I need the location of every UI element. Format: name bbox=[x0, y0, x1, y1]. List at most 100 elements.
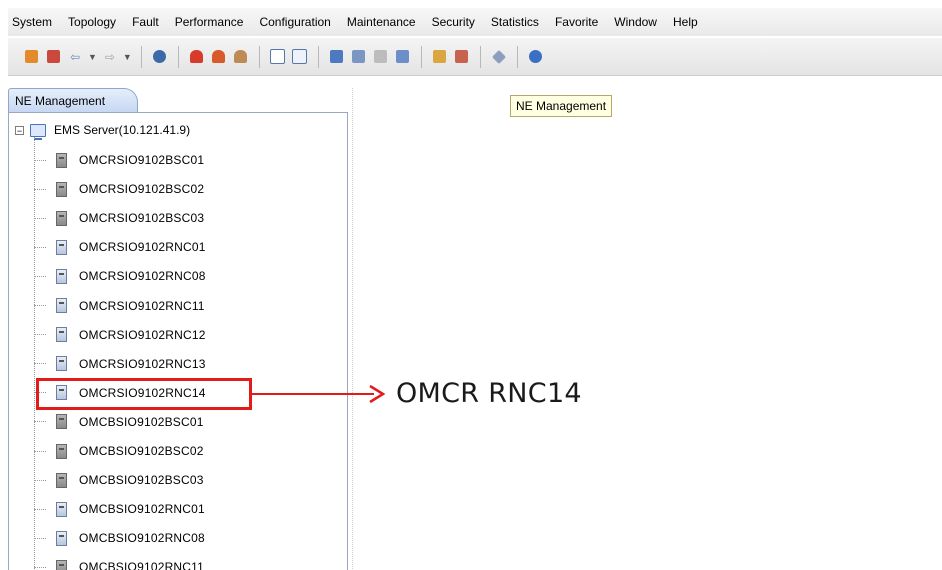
tree-node[interactable]: OMCBSIO9102RNC11 bbox=[34, 556, 204, 570]
menu-window[interactable]: Window bbox=[606, 15, 665, 29]
tree-branch-line bbox=[34, 159, 46, 161]
tree-branch-line bbox=[34, 246, 46, 248]
tree-node-label: OMCRSIO9102RNC08 bbox=[79, 269, 206, 284]
tree-node[interactable]: OMCRSIO9102BSC03 bbox=[34, 207, 204, 229]
tree-branch-line bbox=[34, 305, 46, 306]
tab-ne-management[interactable]: NE Management bbox=[8, 88, 138, 112]
toolbar: ⇦ ▼ ⇨ ▼ bbox=[8, 38, 942, 76]
tree-branch-line bbox=[34, 508, 46, 510]
tree-node-label: OMCBSIO9102RNC01 bbox=[79, 502, 205, 517]
tree-node[interactable]: OMCRSIO9102RNC01 bbox=[34, 236, 206, 258]
rnc-device-icon bbox=[56, 356, 67, 372]
rnc-device-icon bbox=[56, 268, 67, 284]
search-window-icon[interactable] bbox=[292, 49, 308, 65]
arrow-head-icon bbox=[369, 384, 386, 404]
alarm-critical-icon[interactable] bbox=[189, 49, 205, 65]
alarm-minor-icon[interactable] bbox=[233, 49, 249, 65]
tree-node[interactable]: OMCRSIO9102RNC11 bbox=[34, 295, 205, 317]
window-icon[interactable] bbox=[270, 49, 286, 65]
bsc-device-icon bbox=[56, 559, 67, 570]
back-dropdown-icon[interactable]: ▼ bbox=[88, 52, 97, 62]
tree-branch-line bbox=[34, 188, 46, 190]
globe-icon[interactable] bbox=[152, 49, 168, 65]
tree-node[interactable]: OMCBSIO9102RNC01 bbox=[34, 498, 205, 520]
menu-help[interactable]: Help bbox=[665, 15, 706, 29]
tree-node-label: OMCBSIO9102BSC01 bbox=[79, 414, 204, 429]
highlight-box bbox=[36, 378, 252, 410]
tree-node-label: OMCRSIO9102BSC02 bbox=[79, 182, 205, 197]
tree-node[interactable]: OMCRSIO9102BSC01 bbox=[34, 149, 204, 171]
server-icon bbox=[30, 123, 46, 140]
tree-root[interactable]: − EMS Server(10.121.41.9) bbox=[15, 121, 191, 140]
tree-branch-line bbox=[34, 479, 46, 481]
tree-node[interactable]: OMCRSIO9102RNC08 bbox=[34, 265, 206, 287]
rnc-device-icon bbox=[56, 530, 67, 546]
menu-security[interactable]: Security bbox=[424, 15, 483, 29]
menu-system[interactable]: System bbox=[8, 15, 60, 29]
menu-statistics[interactable]: Statistics bbox=[483, 15, 547, 29]
menu-fault[interactable]: Fault bbox=[124, 15, 167, 29]
tree-branch-line bbox=[34, 421, 46, 423]
tree-node-label: OMCBSIO9102BSC03 bbox=[79, 473, 204, 488]
tree-node[interactable]: OMCRSIO9102BSC02 bbox=[34, 178, 204, 200]
ne-management-panel: NE Management − EMS Server(10.121.41.9) … bbox=[8, 88, 348, 570]
tree-node-label: OMCBSIO9102RNC08 bbox=[79, 531, 205, 546]
toolbar-separator bbox=[140, 45, 142, 68]
panel-splitter[interactable] bbox=[352, 88, 354, 569]
collapse-icon[interactable]: − bbox=[15, 125, 24, 135]
menu-topology[interactable]: Topology bbox=[60, 15, 124, 29]
tree-node[interactable]: OMCRSIO9102RNC13 bbox=[34, 353, 206, 375]
help-icon[interactable] bbox=[528, 49, 544, 65]
tree-branch-line bbox=[34, 275, 46, 277]
alarm-major-icon[interactable] bbox=[211, 49, 227, 65]
tree-branch-line bbox=[34, 450, 46, 452]
config-icon[interactable] bbox=[395, 49, 411, 65]
tooltip: NE Management bbox=[510, 95, 613, 117]
toolbar-separator bbox=[258, 45, 260, 68]
toolbar-separator bbox=[317, 45, 319, 68]
report-icon[interactable] bbox=[329, 49, 345, 65]
annotation-label: OMCR RNC14 bbox=[396, 378, 582, 409]
tree-node-label: OMCRSIO9102BSC01 bbox=[79, 153, 205, 167]
menu-configuration[interactable]: Configuration bbox=[251, 15, 338, 29]
tree-branch-line bbox=[34, 566, 46, 568]
tree-node[interactable]: OMCRSIO9102RNC12 bbox=[34, 324, 206, 346]
rnc-device-icon bbox=[56, 327, 67, 343]
users-icon[interactable] bbox=[23, 49, 39, 65]
tree-node-label: OMCRSIO9102BSC03 bbox=[79, 211, 205, 226]
chart-icon[interactable] bbox=[351, 49, 367, 65]
menu-favorite[interactable]: Favorite bbox=[547, 15, 606, 29]
toolbar-separator bbox=[177, 45, 179, 68]
tree-branch-line bbox=[34, 334, 46, 336]
rnc-device-icon bbox=[56, 298, 67, 313]
bsc-device-icon bbox=[56, 210, 67, 226]
tree-node-label: OMCRSIO9102RNC12 bbox=[79, 327, 206, 342]
tree-root-label: EMS Server(10.121.41.9) bbox=[54, 123, 191, 137]
toolbar-separator bbox=[516, 45, 518, 68]
toolbar-separator bbox=[479, 45, 481, 68]
forward-dropdown-icon[interactable]: ▼ bbox=[123, 52, 132, 62]
tree-node[interactable]: OMCBSIO9102BSC02 bbox=[34, 440, 204, 462]
forward-arrow-icon[interactable]: ⇨ bbox=[102, 49, 118, 65]
tools-icon[interactable] bbox=[491, 49, 507, 65]
tree-node[interactable]: OMCBSIO9102BSC03 bbox=[34, 469, 204, 491]
tree-node-label: OMCRSIO9102RNC01 bbox=[79, 240, 206, 255]
tree-branch-line bbox=[34, 217, 46, 219]
bsc-device-icon bbox=[56, 414, 67, 430]
rnc-device-icon bbox=[56, 501, 67, 517]
tree-node-label: OMCRSIO9102RNC13 bbox=[79, 356, 206, 371]
tree-node[interactable]: OMCBSIO9102BSC01 bbox=[34, 411, 204, 433]
tree-node-label: OMCBSIO9102BSC02 bbox=[79, 444, 204, 458]
menu-performance[interactable]: Performance bbox=[167, 15, 252, 29]
back-arrow-icon[interactable]: ⇦ bbox=[67, 49, 83, 65]
grid-icon[interactable] bbox=[373, 49, 389, 65]
menu-maintenance[interactable]: Maintenance bbox=[339, 15, 424, 29]
schedule-icon[interactable] bbox=[454, 49, 470, 65]
menu-bar: System Topology Fault Performance Config… bbox=[8, 8, 942, 36]
rnc-device-icon bbox=[56, 239, 67, 255]
view-icon[interactable] bbox=[45, 49, 61, 65]
folder-icon[interactable] bbox=[432, 49, 448, 65]
bsc-device-icon bbox=[56, 181, 67, 197]
bsc-device-icon bbox=[56, 443, 67, 459]
tree-node[interactable]: OMCBSIO9102RNC08 bbox=[34, 527, 205, 549]
